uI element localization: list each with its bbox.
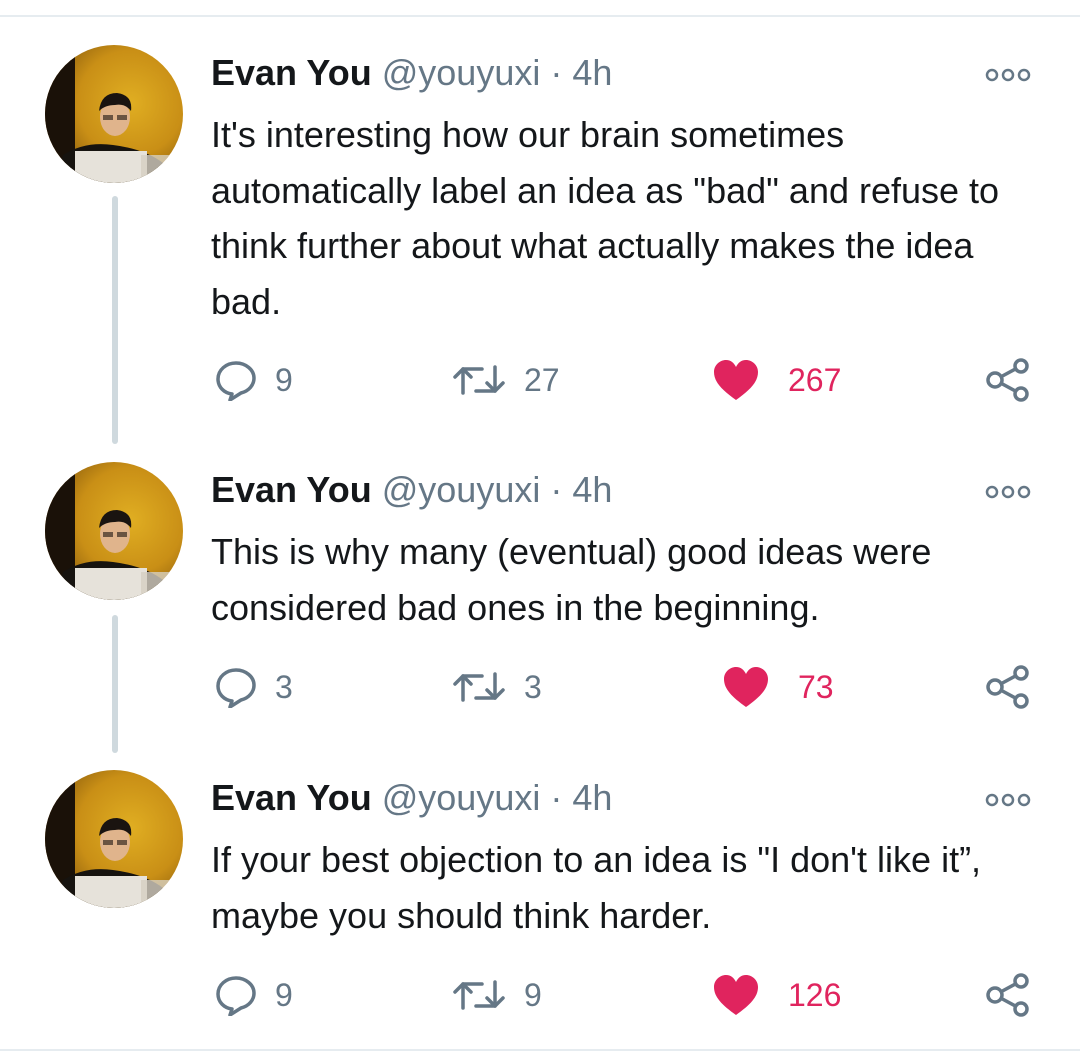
separator: · xyxy=(550,469,563,510)
timestamp[interactable]: 4h xyxy=(572,469,612,510)
avatar[interactable] xyxy=(45,462,183,600)
timestamp[interactable]: 4h xyxy=(572,52,612,93)
reply-count: 9 xyxy=(275,361,293,398)
avatar[interactable] xyxy=(45,45,183,183)
share-nodes-icon xyxy=(986,358,1029,402)
share-nodes-icon xyxy=(986,973,1029,1017)
heart-filled-icon xyxy=(724,667,768,707)
heart-filled-icon xyxy=(714,360,758,400)
reply-count: 3 xyxy=(275,668,293,705)
tweet-text: If your best objection to an idea is "I … xyxy=(211,839,982,936)
comment-bubble-icon xyxy=(216,668,256,708)
like-button[interactable]: 126 xyxy=(712,965,841,1025)
tweet-actions: 3 3 73 xyxy=(0,657,1080,717)
tweet[interactable]: Evan You @youyuxi · 4h If your best obje… xyxy=(0,725,1080,1025)
author-handle[interactable]: @youyuxi xyxy=(382,777,541,818)
author-handle[interactable]: @youyuxi xyxy=(382,52,541,93)
more-dots-icon[interactable] xyxy=(985,485,1031,499)
separator: · xyxy=(550,777,563,818)
reply-count: 9 xyxy=(275,976,293,1013)
tweet[interactable]: Evan You @youyuxi · 4h This is why many … xyxy=(0,417,1080,717)
author-handle[interactable]: @youyuxi xyxy=(382,469,541,510)
more-dots-icon[interactable] xyxy=(985,793,1031,807)
comment-bubble-icon xyxy=(216,361,256,401)
tweet-header: Evan You @youyuxi · 4h xyxy=(211,50,612,96)
author-name[interactable]: Evan You xyxy=(211,777,372,818)
retweet-arrows-icon xyxy=(453,980,505,1010)
share-nodes-icon xyxy=(986,665,1029,709)
retweet-button[interactable]: 9 xyxy=(452,965,542,1025)
more-dots-icon[interactable] xyxy=(985,68,1031,82)
share-button[interactable] xyxy=(985,657,1031,717)
tweet-text: It's interesting how our brain sometimes… xyxy=(211,114,1000,322)
share-button[interactable] xyxy=(985,350,1031,410)
author-name[interactable]: Evan You xyxy=(211,52,372,93)
reply-button[interactable]: 3 xyxy=(215,657,293,717)
retweet-count: 27 xyxy=(524,361,560,398)
like-count: 267 xyxy=(788,361,842,398)
reply-button[interactable]: 9 xyxy=(215,965,293,1025)
timestamp[interactable]: 4h xyxy=(572,777,612,818)
share-button[interactable] xyxy=(985,965,1031,1025)
tweet-header: Evan You @youyuxi · 4h xyxy=(211,467,612,513)
tweet[interactable]: Evan You @youyuxi · 4h It's interesting … xyxy=(0,0,1080,402)
retweet-count: 3 xyxy=(524,668,542,705)
tweet-text: This is why many (eventual) good ideas w… xyxy=(211,531,932,628)
like-count: 73 xyxy=(798,668,834,705)
heart-filled-icon xyxy=(714,975,758,1015)
retweet-arrows-icon xyxy=(453,672,505,702)
tweet-header: Evan You @youyuxi · 4h xyxy=(211,775,612,821)
retweet-arrows-icon xyxy=(453,365,505,395)
reply-button[interactable]: 9 xyxy=(215,350,293,410)
author-name[interactable]: Evan You xyxy=(211,469,372,510)
like-button[interactable]: 73 xyxy=(722,657,834,717)
separator: · xyxy=(550,52,563,93)
comment-bubble-icon xyxy=(216,976,256,1016)
retweet-count: 9 xyxy=(524,976,542,1013)
retweet-button[interactable]: 3 xyxy=(452,657,542,717)
avatar[interactable] xyxy=(45,770,183,908)
like-button[interactable]: 267 xyxy=(712,350,841,410)
like-count: 126 xyxy=(788,976,842,1013)
retweet-button[interactable]: 27 xyxy=(452,350,560,410)
tweet-actions: 9 9 126 xyxy=(0,965,1080,1025)
bottom-divider xyxy=(0,1049,1080,1051)
tweet-actions: 9 27 267 xyxy=(0,350,1080,410)
